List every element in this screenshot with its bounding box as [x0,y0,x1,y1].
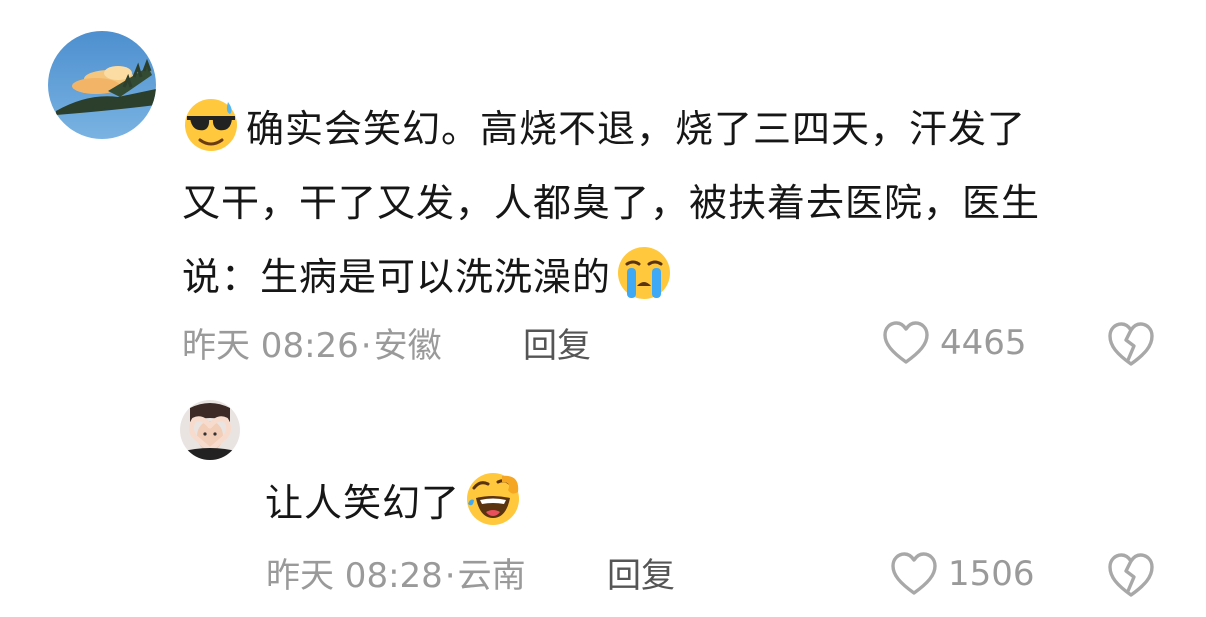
reply-button[interactable]: 回复 [607,556,675,596]
meta-separator: · [360,326,372,366]
comment-meta: 昨天 08:26·安徽 [182,326,442,366]
comment-line-2: 又干，干了又发，人都臭了，被扶着去医院，医生 [182,181,1041,225]
comment-line-1: 确实会笑幻。高烧不退，烧了三四天，汗发了 [182,92,1040,166]
heart-hands-avatar-icon [180,400,240,460]
heart-outline-icon [883,321,929,364]
like-button[interactable]: 1506 [890,551,1035,597]
commenter-avatar[interactable] [48,31,156,139]
broken-heart-icon [1108,553,1154,597]
dislike-button[interactable] [1106,551,1156,599]
comment-time: 昨天 08:26 [182,326,359,366]
comment-location: 安徽 [373,326,442,366]
loudly-crying-emoji-icon [615,244,673,302]
comment-text: 确实会笑幻。高烧不退，烧了三四天，汗发了 又干，干了又发，人都臭了，被扶着去医院… [182,92,1040,314]
cloud-sky-avatar-icon [48,31,156,139]
reply-button[interactable]: 回复 [523,326,591,366]
meta-separator: · [444,556,456,596]
reply-meta: 昨天 08:28·云南 [266,556,526,596]
like-button[interactable]: 4465 [882,320,1027,366]
dislike-button[interactable] [1106,320,1156,368]
reply-time: 昨天 08:28 [266,556,443,596]
sunglasses-sweat-emoji-icon [182,96,240,154]
like-count: 4465 [940,323,1027,363]
comment-line-3: 说：生病是可以洗洗澡的 [182,240,1040,314]
reply-text: 让人笑幻了 [265,466,522,540]
reply-line: 让人笑幻了 [265,466,522,540]
like-count: 1506 [948,554,1035,594]
reply-location: 云南 [457,556,526,596]
replier-avatar[interactable] [180,400,240,460]
broken-heart-icon [1108,322,1154,366]
heart-outline-icon [891,552,937,595]
rolling-laughing-emoji-icon [464,470,522,528]
